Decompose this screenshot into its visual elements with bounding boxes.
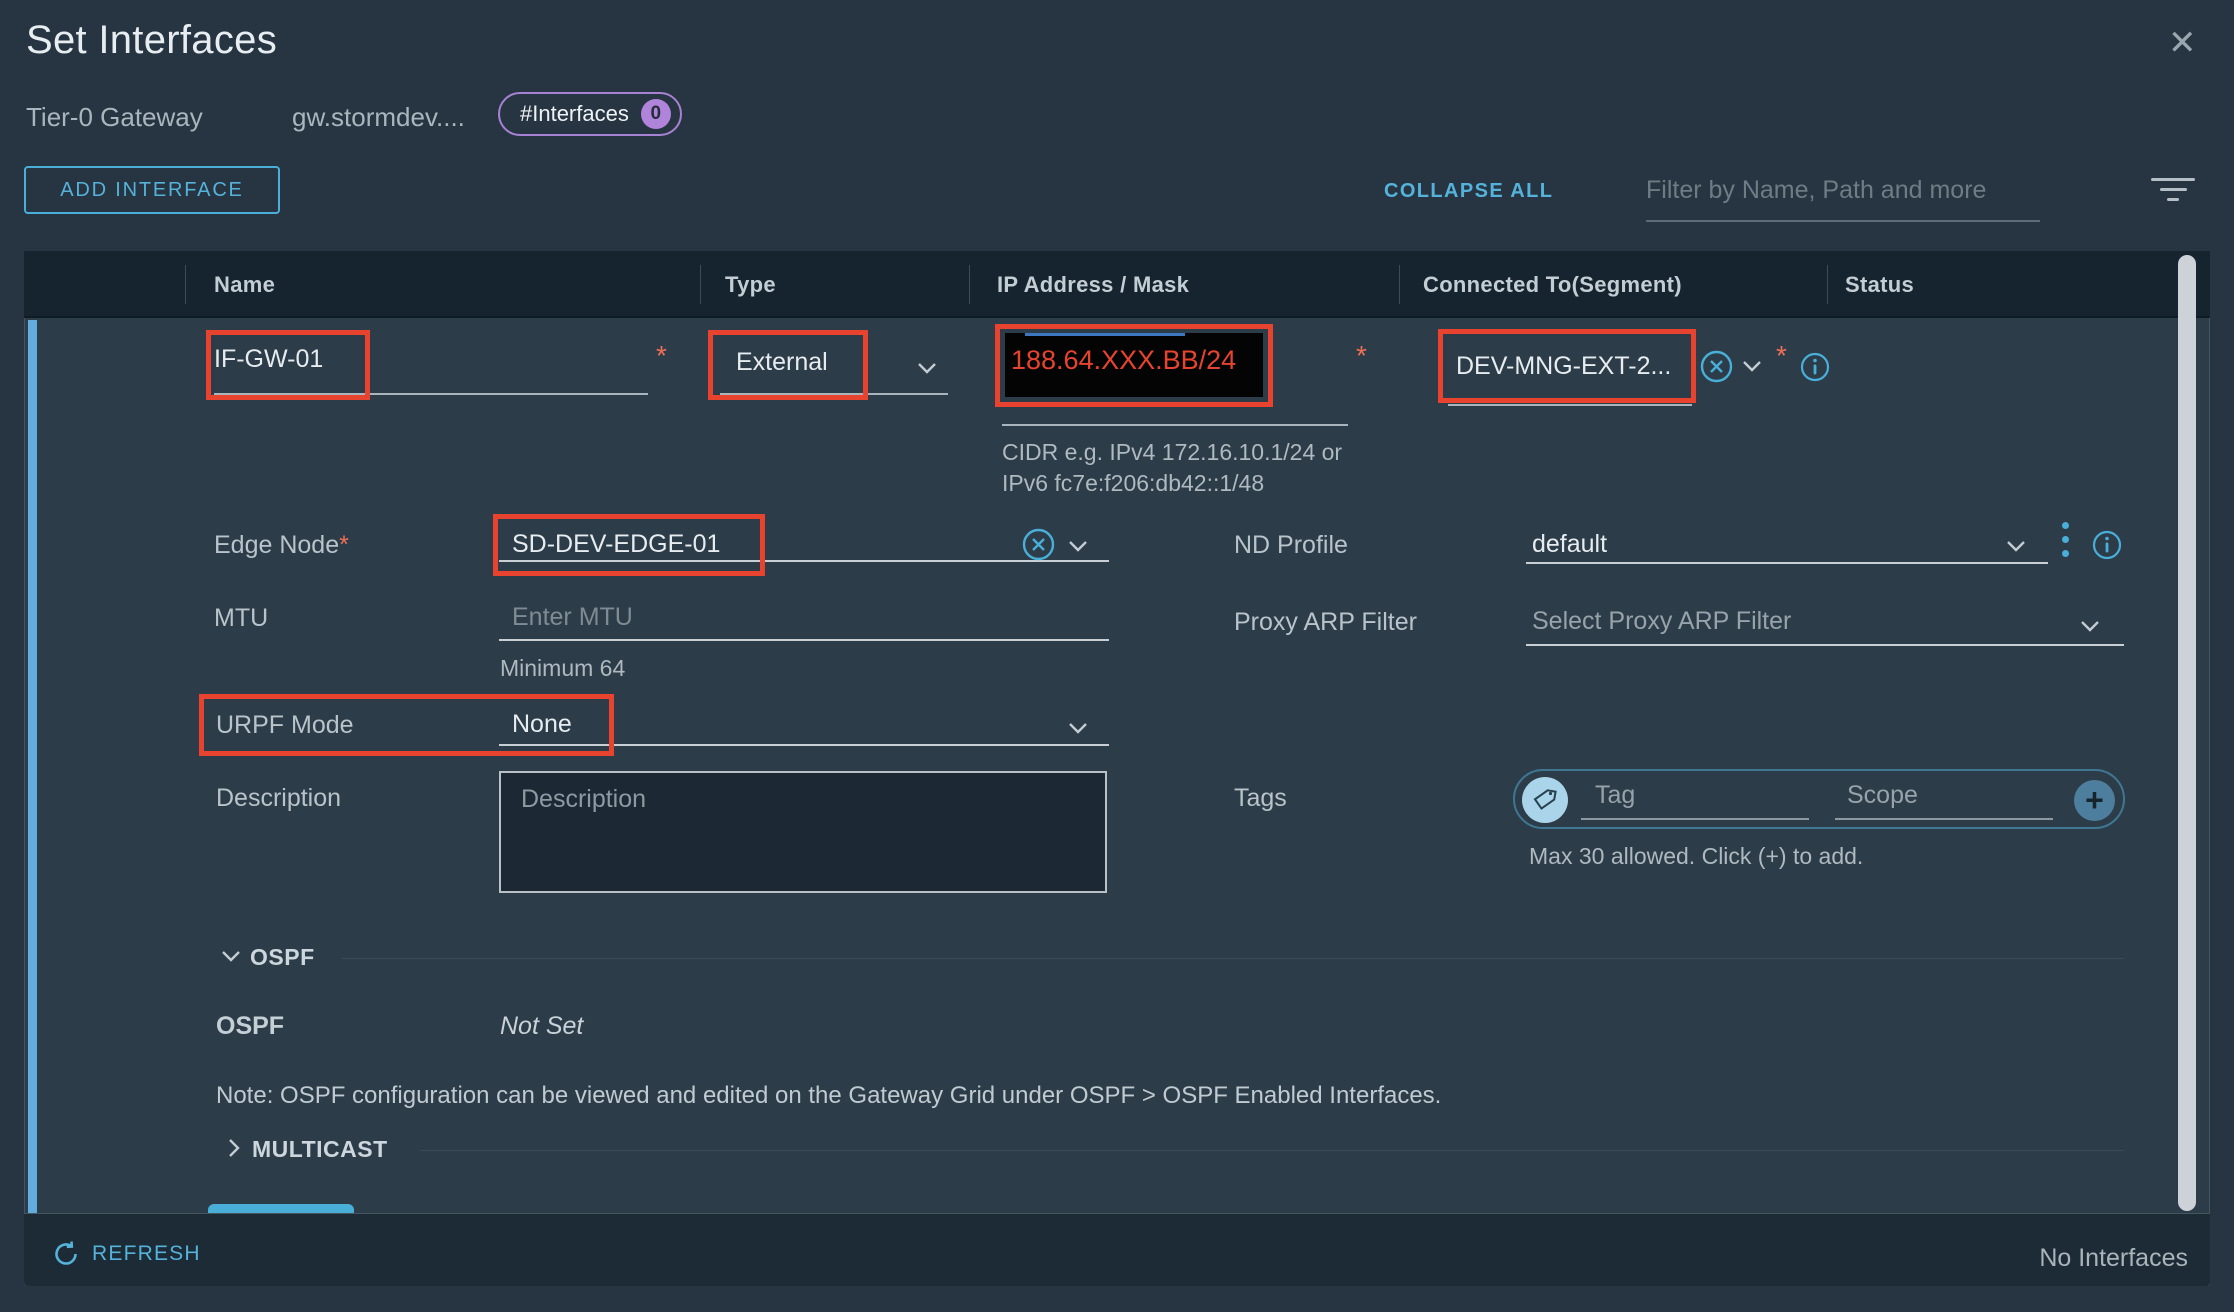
edge-node-label-text: Edge Node <box>214 531 339 559</box>
column-divider <box>185 265 186 304</box>
ip-address-field <box>1005 333 1263 397</box>
connected-to-value[interactable]: DEV-MNG-EXT-2... <box>1456 352 1671 381</box>
mtu-input[interactable] <box>512 603 912 632</box>
filter-icon[interactable] <box>2150 178 2196 208</box>
filter-input[interactable] <box>1646 170 2040 205</box>
footer-status-text: No Interfaces <box>2039 1244 2188 1273</box>
refresh-icon <box>52 1240 80 1268</box>
refresh-label: REFRESH <box>92 1242 201 1266</box>
ospf-row-label: OSPF <box>216 1012 284 1041</box>
edge-node-label: Edge Node* <box>214 531 349 560</box>
column-divider <box>1399 265 1400 304</box>
expanded-row-indicator <box>28 320 37 1213</box>
connected-to-required-marker: * <box>1776 340 1787 372</box>
tag-underline <box>1581 818 1809 820</box>
ip-cidr-hint-line1: CIDR e.g. IPv4 172.16.10.1/24 or <box>1002 437 1342 468</box>
edge-node-chevron-down-icon[interactable] <box>1068 540 1088 552</box>
multicast-section-chevron-right-icon[interactable] <box>228 1138 240 1158</box>
add-tag-button[interactable]: + <box>2074 780 2115 821</box>
connected-to-clear-icon[interactable] <box>1700 350 1733 383</box>
save-button-partial[interactable] <box>208 1204 354 1213</box>
mtu-label: MTU <box>214 604 268 633</box>
proxy-arp-underline <box>1526 644 2124 646</box>
connected-to-underline <box>1448 404 1692 406</box>
nd-profile-chevron-down-icon[interactable] <box>2006 540 2026 552</box>
edge-node-clear-icon[interactable] <box>1022 528 1055 561</box>
refresh-button[interactable]: REFRESH <box>52 1240 201 1268</box>
nd-profile-info-icon[interactable] <box>2092 530 2122 560</box>
urpf-mode-value[interactable]: None <box>512 710 572 739</box>
edge-node-required-marker: * <box>339 531 349 559</box>
breadcrumb-gateway-type: Tier-0 Gateway <box>26 102 203 133</box>
ospf-row-value: Not Set <box>500 1012 583 1041</box>
proxy-arp-chevron-down-icon[interactable] <box>2080 620 2100 632</box>
column-divider <box>969 265 970 304</box>
type-underline <box>720 393 948 395</box>
name-required-marker: * <box>656 340 667 372</box>
urpf-mode-label: URPF Mode <box>216 711 354 740</box>
tags-label: Tags <box>1234 784 1287 813</box>
scope-input[interactable] <box>1847 781 2037 810</box>
column-header-status: Status <box>1845 251 1914 318</box>
edge-node-underline <box>499 560 1109 562</box>
collapse-all-link[interactable]: COLLAPSE ALL <box>1384 180 1553 203</box>
tag-input[interactable] <box>1595 781 1805 810</box>
column-header-type: Type <box>725 251 776 318</box>
add-interface-button[interactable]: ADD INTERFACE <box>24 166 280 214</box>
table-header-row: Name Type IP Address / Mask Connected To… <box>24 251 2210 318</box>
tags-field: + <box>1513 769 2125 829</box>
urpf-underline <box>499 744 1109 746</box>
filter-field <box>1646 170 2040 222</box>
mtu-underline <box>499 639 1109 641</box>
edge-node-value[interactable]: SD-DEV-EDGE-01 <box>512 530 720 559</box>
ip-address-input[interactable] <box>1011 345 1257 376</box>
ip-cidr-hint: CIDR e.g. IPv4 172.16.10.1/24 or IPv6 fc… <box>1002 437 1342 499</box>
ospf-section-chevron-down-icon[interactable] <box>221 950 241 962</box>
multicast-section-divider <box>420 1150 2124 1151</box>
mtu-hint: Minimum 64 <box>500 653 625 684</box>
nd-profile-label: ND Profile <box>1234 531 1348 560</box>
ip-selection-artifact <box>1025 333 1185 336</box>
page-title: Set Interfaces <box>26 18 277 63</box>
nd-profile-underline <box>1526 562 2048 564</box>
interfaces-pill[interactable]: #Interfaces 0 <box>498 92 682 136</box>
description-label: Description <box>216 784 341 813</box>
column-header-name: Name <box>214 251 275 318</box>
ip-required-marker: * <box>1356 340 1367 372</box>
column-header-ip: IP Address / Mask <box>997 251 1189 318</box>
table-footer <box>24 1213 2210 1286</box>
vertical-scrollbar[interactable] <box>2178 255 2196 1211</box>
tag-icon <box>1522 777 1568 823</box>
ip-cidr-hint-line2: IPv6 fc7e:f206:db42::1/48 <box>1002 468 1342 499</box>
description-field <box>499 771 1107 893</box>
breadcrumb-gateway-name: gw.stormdev.... <box>292 102 465 133</box>
scope-underline <box>1835 818 2053 820</box>
proxy-arp-select-value[interactable]: Select Proxy ARP Filter <box>1532 607 1791 636</box>
nd-profile-menu-icon[interactable] <box>2062 522 2069 557</box>
column-divider <box>1827 265 1828 304</box>
column-divider <box>700 265 701 304</box>
nd-profile-value[interactable]: default <box>1532 530 1607 559</box>
connected-to-chevron-down-icon[interactable] <box>1742 360 1762 372</box>
ospf-section-divider <box>342 958 2124 959</box>
close-icon[interactable]: ✕ <box>2168 26 2197 60</box>
multicast-section-title[interactable]: MULTICAST <box>252 1136 388 1163</box>
name-underline <box>214 393 648 395</box>
interfaces-count-badge: 0 <box>641 99 671 129</box>
interface-name-input[interactable] <box>214 345 514 374</box>
ospf-note: Note: OSPF configuration can be viewed a… <box>216 1082 1441 1110</box>
type-select-value[interactable]: External <box>736 348 828 377</box>
tags-hint: Max 30 allowed. Click (+) to add. <box>1529 841 1863 872</box>
ospf-section-title[interactable]: OSPF <box>250 944 315 971</box>
description-textarea[interactable] <box>501 773 1105 891</box>
column-header-connected: Connected To(Segment) <box>1423 251 1682 318</box>
urpf-chevron-down-icon[interactable] <box>1068 722 1088 734</box>
proxy-arp-label: Proxy ARP Filter <box>1234 608 1417 637</box>
ip-underline <box>1002 424 1348 426</box>
type-chevron-down-icon[interactable] <box>917 362 937 374</box>
connected-to-info-icon[interactable] <box>1800 352 1830 382</box>
interfaces-pill-label: #Interfaces <box>520 101 629 127</box>
